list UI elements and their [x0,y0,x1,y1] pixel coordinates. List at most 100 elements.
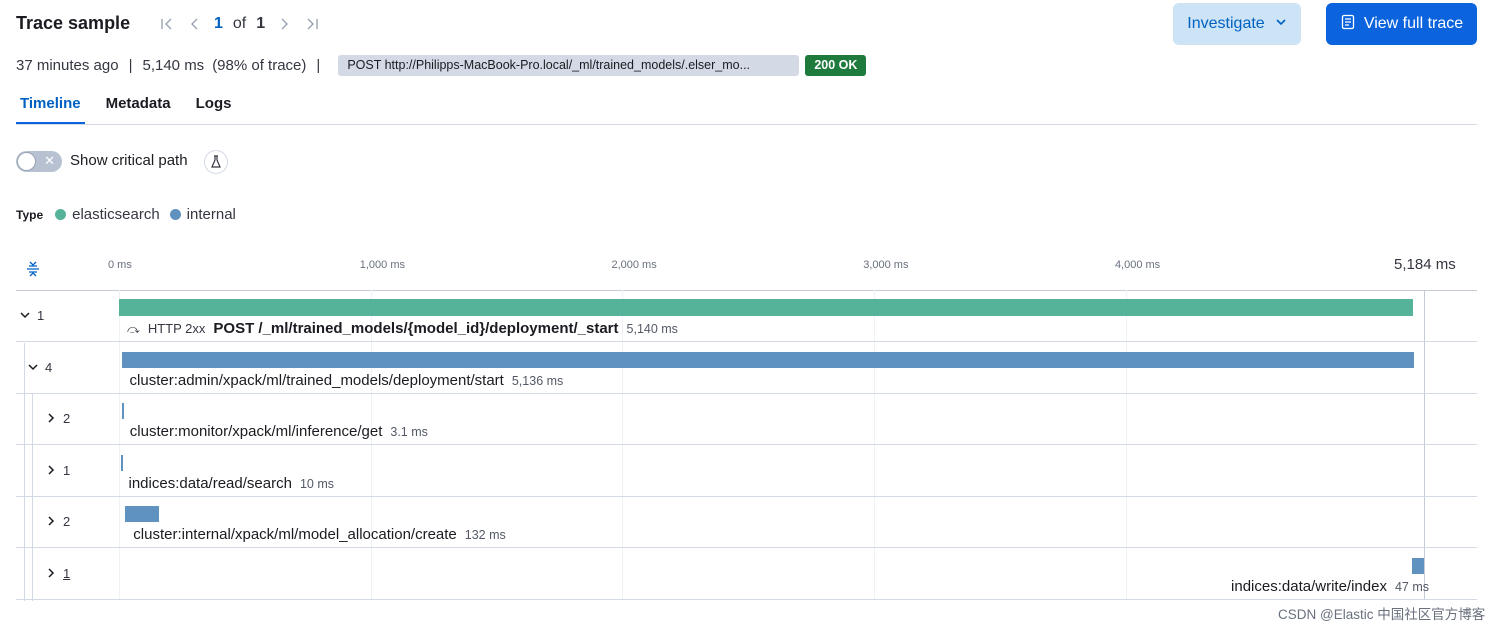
tree-guide [32,549,33,601]
span-name: indices:data/write/index [1231,578,1387,595]
axis-tick-label: 1,000 ms [359,259,405,271]
span-label[interactable]: ⤼ HTTP 2xx POST /_ml/trained_models/{model… [127,320,678,337]
time-ago: 37 minutes ago [16,56,119,74]
investigate-button[interactable]: Investigate [1173,3,1301,45]
view-full-trace-button[interactable]: View full trace [1326,3,1477,45]
tree-guide [32,445,33,498]
span-label[interactable]: cluster:internal/xpack/ml/model_allocati… [133,526,506,543]
span-label[interactable]: cluster:monitor/xpack/ml/inference/get 3.… [130,423,428,440]
trace-pager: 1 of 1 [158,15,321,33]
span-duration: 132 ms [464,528,506,543]
chevron-right-icon[interactable] [45,515,57,530]
child-count: 2 [63,411,71,427]
close-icon: ✕ [44,153,55,168]
tab-timeline[interactable]: Timeline [16,95,85,124]
legend-name: internal [186,206,236,223]
critical-path-label: Show critical path [70,152,188,169]
tree-guide [24,342,25,395]
span-label[interactable]: cluster:admin/xpack/ml/trained_models/de… [130,372,564,389]
tab-metadata[interactable]: Metadata [102,95,175,124]
toggle-knob [18,153,35,170]
child-count: 1 [63,462,71,478]
tabs-divider [16,124,1477,125]
url-badge: POST http://Philipps-MacBook-Pro.local/_… [338,54,800,76]
legend-name: elasticsearch [72,206,160,223]
tabs: Timeline Metadata Logs [16,95,252,124]
span-duration: 10 ms [299,476,334,491]
http-icon: ⤼ [127,322,140,336]
type-legend: Type elasticsearch internal [16,206,246,223]
document-icon [1340,14,1356,35]
span-duration: 5,136 ms [511,373,564,388]
legend-dot [55,209,67,220]
trace-meta: 37 minutes ago | 5,140 ms (98% of trace)… [16,54,867,76]
legend-dot [169,209,181,220]
tree-guide [24,497,25,550]
tab-logs[interactable]: Logs [192,95,236,124]
trace-percent: (98% of trace) [212,56,307,74]
beta-flask-icon[interactable] [204,150,228,174]
span-row[interactable]: 1 ⤼ HTTP 2xx POST /_ml/trained_models/{mode… [16,291,1477,342]
prev-page-icon[interactable] [186,15,204,33]
child-count: 4 [45,359,53,375]
legend-item-elasticsearch: elasticsearch [55,206,160,223]
span-duration: 47 ms [1394,580,1429,594]
span-name: cluster:internal/xpack/ml/model_allocati… [133,526,457,544]
child-count: 2 [63,514,71,530]
tree-guide [32,497,33,550]
span-bar[interactable] [125,506,159,523]
last-page-icon[interactable] [303,15,321,33]
pager-of: of [232,15,247,32]
watermark: CSDN @Elastic 中国社区官方博客 [1278,607,1486,622]
span-bar[interactable] [119,299,1413,316]
span-row[interactable]: 4 cluster:admin/xpack/ml/trained_models/d… [16,342,1477,395]
span-label[interactable]: indices:data/write/index 47 ms [1231,578,1429,595]
trace-duration: 5,140 ms [142,56,205,74]
chevron-down-icon[interactable] [27,361,39,376]
span-row[interactable]: 1 indices:data/read/search 10 ms [16,445,1477,498]
span-prefix: HTTP 2xx [147,321,206,336]
tree-guide [32,394,33,447]
investigate-label: Investigate [1187,15,1265,32]
span-bar[interactable] [121,403,124,420]
span-bar[interactable] [1412,558,1424,574]
legend-label: Type [16,207,44,222]
tree-guide [24,394,25,447]
next-page-icon[interactable] [275,15,293,33]
axis-end-label: 5,184 ms [1394,256,1456,273]
axis-tick-label: 4,000 ms [1114,259,1161,271]
span-name: POST /_ml/trained_models/{model_id}/depl… [213,320,619,337]
child-count: 1 [37,308,45,323]
view-full-trace-label: View full trace [1363,15,1464,32]
span-row[interactable]: 1 indices:data/write/index 47 ms [16,549,1477,601]
chevron-down-icon [1275,15,1287,33]
tree-guide [24,549,25,601]
span-label[interactable]: indices:data/read/search 10 ms [129,475,334,492]
span-duration: 3.1 ms [390,425,428,440]
axis-tick-label: 2,000 ms [611,259,657,271]
axis-tick-label: 0 ms [108,259,132,271]
axis-tick-label: 3,000 ms [863,259,909,271]
chevron-down-icon[interactable] [19,309,31,324]
chevron-right-icon[interactable] [45,464,57,479]
span-duration: 5,140 ms [626,322,678,336]
critical-path-toggle[interactable]: ✕ [16,151,62,172]
first-page-icon[interactable] [158,15,176,33]
page-title: Trace sample [16,13,131,33]
separator: | [316,56,321,74]
collapse-all-icon[interactable] [24,259,42,279]
chevron-right-icon[interactable] [45,567,57,582]
separator: | [128,56,133,74]
span-bar[interactable] [120,454,124,471]
span-name: cluster:monitor/xpack/ml/inference/get [129,423,383,441]
child-count: 1 [63,566,71,581]
chevron-right-icon[interactable] [45,412,57,427]
span-row[interactable]: 2 cluster:monitor/xpack/ml/inference/get 3… [16,394,1477,447]
pager-current[interactable]: 1 [214,15,223,33]
status-badge: 200 OK [805,54,867,76]
span-row[interactable]: 2 cluster:internal/xpack/ml/model_allocat… [16,497,1477,550]
span-name: indices:data/read/search [128,474,292,492]
span-bar[interactable] [121,351,1415,368]
pager-total: 1 [256,15,266,32]
legend-item-internal: internal [169,206,236,223]
